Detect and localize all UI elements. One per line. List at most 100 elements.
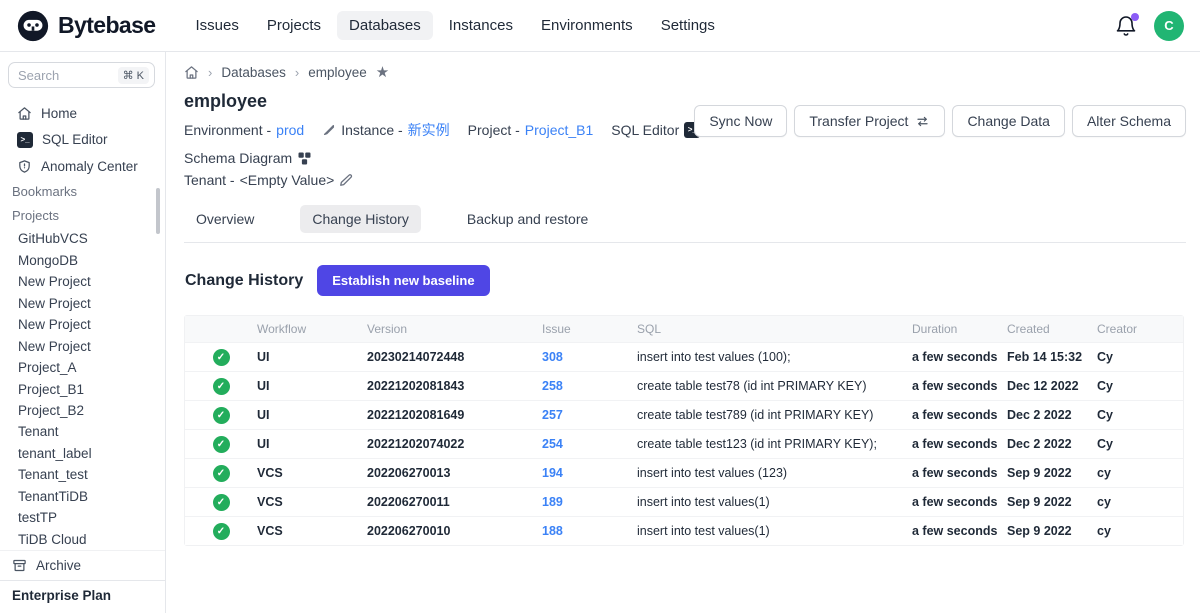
issue-link[interactable]: 189: [542, 495, 563, 509]
table-row[interactable]: UI 20230214072448 308 insert into test v…: [185, 342, 1183, 371]
sql-editor-shortcut[interactable]: SQL Editor: [611, 119, 700, 141]
issue-link[interactable]: 257: [542, 408, 563, 422]
nav-item-databases[interactable]: Databases: [337, 11, 433, 40]
tab-backup-and-restore[interactable]: Backup and restore: [455, 205, 600, 233]
sidebar-item-archive[interactable]: Archive: [0, 550, 165, 580]
sidebar-project-new-project-3[interactable]: New Project: [0, 314, 165, 335]
sidebar-project-testtp[interactable]: testTP: [0, 507, 165, 528]
cell-workflow: UI: [255, 379, 365, 393]
bookmarks-section-label: Bookmarks: [0, 179, 165, 203]
sidebar-item-sql-editor[interactable]: SQL Editor: [0, 127, 165, 153]
sidebar-project-new-project-4[interactable]: New Project: [0, 335, 165, 356]
bookmark-star-icon[interactable]: [376, 65, 389, 80]
cell-workflow: UI: [255, 350, 365, 364]
issue-link[interactable]: 254: [542, 437, 563, 451]
header-creator: Creator: [1095, 322, 1183, 336]
sidebar-project-new-project-1[interactable]: New Project: [0, 271, 165, 292]
instance-link[interactable]: 新实例: [408, 119, 450, 141]
issue-link[interactable]: 258: [542, 379, 563, 393]
issue-link[interactable]: 194: [542, 466, 563, 480]
header-version: Version: [365, 322, 540, 336]
sidebar-project-project-a[interactable]: Project_A: [0, 357, 165, 378]
sidebar-project-project-b1[interactable]: Project_B1: [0, 378, 165, 399]
transfer-project-button[interactable]: Transfer Project: [794, 105, 945, 137]
environment-link[interactable]: prod: [276, 119, 304, 141]
cell-creator: cy: [1095, 466, 1183, 480]
sidebar-project-tenant[interactable]: Tenant: [0, 421, 165, 442]
tab-overview[interactable]: Overview: [184, 205, 266, 233]
tenant-label: Tenant -: [184, 169, 235, 191]
cell-sql: insert into test values(1): [635, 495, 910, 509]
schema-diagram-shortcut[interactable]: Schema Diagram: [184, 147, 312, 169]
cell-created: Dec 12 2022: [1005, 379, 1095, 393]
status-cell: [185, 523, 255, 540]
table-row[interactable]: UI 20221202081649 257 create table test7…: [185, 400, 1183, 429]
sql-editor-label: SQL Editor: [611, 119, 679, 141]
sidebar-item-home[interactable]: Home: [0, 100, 165, 126]
status-cell: [185, 465, 255, 482]
cell-workflow: UI: [255, 408, 365, 422]
page-actions: Sync Now Transfer Project Change Data Al…: [694, 105, 1186, 137]
nav-item-settings[interactable]: Settings: [649, 11, 727, 40]
change-history-heading: Change History: [185, 272, 303, 290]
breadcrumb-employee[interactable]: employee: [308, 65, 367, 80]
establish-new-baseline-button[interactable]: Establish new baseline: [317, 265, 489, 296]
transfer-project-label: Transfer Project: [809, 113, 908, 129]
cell-created: Sep 9 2022: [1005, 524, 1095, 538]
sidebar-project-project-b2[interactable]: Project_B2: [0, 400, 165, 421]
sidebar-project-githubvcs[interactable]: GitHubVCS: [0, 228, 165, 249]
alter-schema-button[interactable]: Alter Schema: [1072, 105, 1186, 137]
avatar[interactable]: C: [1154, 11, 1184, 41]
subscription-plan-label[interactable]: Enterprise Plan: [0, 580, 165, 613]
edit-pencil-icon[interactable]: [339, 173, 353, 187]
nav-item-issues[interactable]: Issues: [183, 11, 250, 40]
table-row[interactable]: VCS 202206270010 188 insert into test va…: [185, 516, 1183, 545]
sidebar-project-tenant-label[interactable]: tenant_label: [0, 443, 165, 464]
nav-item-projects[interactable]: Projects: [255, 11, 333, 40]
nav-item-environments[interactable]: Environments: [529, 11, 645, 40]
alter-schema-label: Alter Schema: [1087, 113, 1171, 129]
sidebar-project-mongodb[interactable]: MongoDB: [0, 250, 165, 271]
cell-workflow: UI: [255, 437, 365, 451]
nav-item-instances[interactable]: Instances: [437, 11, 525, 40]
cell-created: Dec 2 2022: [1005, 437, 1095, 451]
header-workflow: Workflow: [255, 322, 365, 336]
search-shortcut-badge: ⌘ K: [118, 67, 149, 84]
sidebar-item-label: SQL Editor: [42, 132, 108, 147]
brand[interactable]: Bytebase: [16, 9, 155, 43]
status-cell: [185, 494, 255, 511]
cell-workflow: VCS: [255, 495, 365, 509]
sidebar-project-tenant-test[interactable]: Tenant_test: [0, 464, 165, 485]
cell-version: 202206270011: [365, 495, 540, 509]
sidebar-item-anomaly-center[interactable]: Anomaly Center: [0, 153, 165, 179]
change-data-button[interactable]: Change Data: [952, 105, 1065, 137]
search-box[interactable]: ⌘ K: [8, 62, 155, 88]
breadcrumb-home-icon[interactable]: [184, 65, 199, 80]
cell-version: 20230214072448: [365, 350, 540, 364]
table-row[interactable]: UI 20221202081843 258 create table test7…: [185, 371, 1183, 400]
table-row[interactable]: VCS 202206270011 189 insert into test va…: [185, 487, 1183, 516]
table-row[interactable]: UI 20221202074022 254 create table test1…: [185, 429, 1183, 458]
sidebar-scrollbar[interactable]: [156, 188, 160, 234]
notifications-bell-icon[interactable]: [1114, 14, 1138, 38]
sidebar-project-tidb-cloud[interactable]: TiDB Cloud: [0, 528, 165, 549]
transfer-arrows-icon: [915, 114, 930, 129]
sql-editor-icon: [17, 132, 33, 148]
sidebar-item-label: Home: [41, 106, 77, 121]
search-input[interactable]: [18, 68, 100, 83]
sidebar-project-new-project-2[interactable]: New Project: [0, 292, 165, 313]
sync-now-button[interactable]: Sync Now: [694, 105, 787, 137]
breadcrumb-databases[interactable]: Databases: [221, 65, 286, 80]
tab-change-history[interactable]: Change History: [300, 205, 421, 233]
issue-link[interactable]: 308: [542, 350, 563, 364]
table-row[interactable]: VCS 202206270013 194 insert into test va…: [185, 458, 1183, 487]
projects-section-label: Projects: [0, 204, 165, 228]
home-icon: [17, 106, 32, 121]
success-check-icon: [213, 465, 230, 482]
sidebar-project-tenanttidb[interactable]: TenantTiDB: [0, 486, 165, 507]
issue-link[interactable]: 188: [542, 524, 563, 538]
cell-duration: a few seconds: [910, 524, 1005, 538]
header-created: Created: [1005, 322, 1095, 336]
project-link[interactable]: Project_B1: [525, 119, 593, 141]
sidebar-item-label: Anomaly Center: [41, 159, 138, 174]
